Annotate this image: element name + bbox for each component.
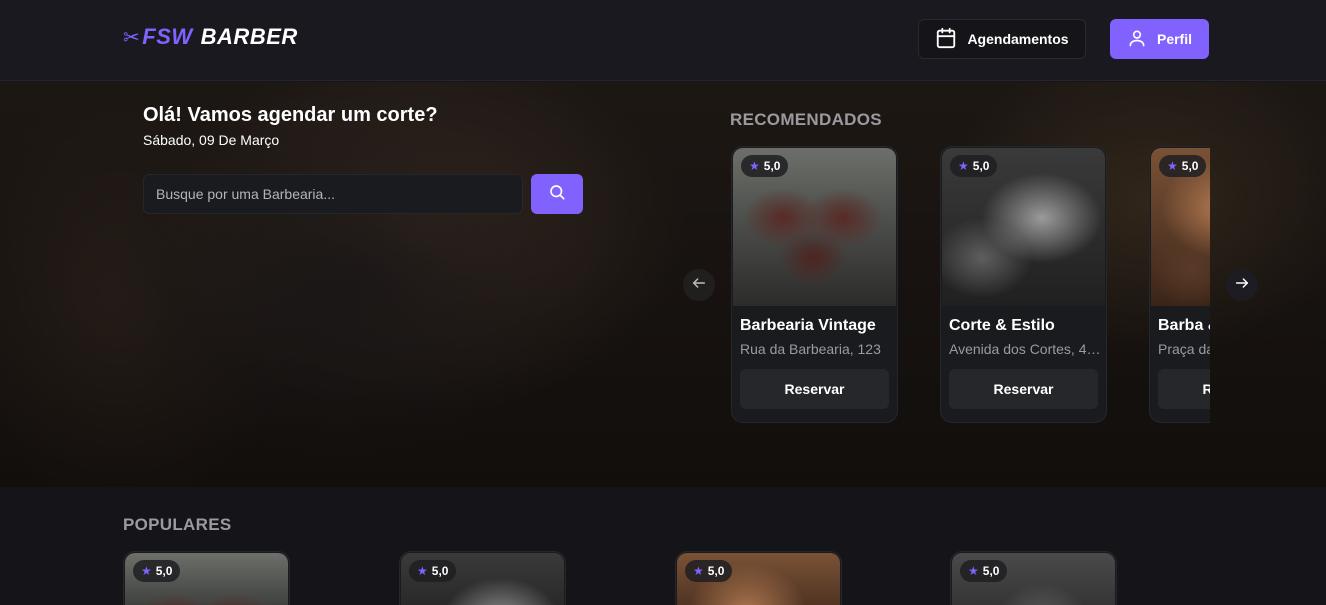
barbershop-image: ★ 5,0: [952, 553, 1115, 605]
logo-prefix: FSW: [142, 24, 193, 49]
recommended-title: RECOMENDADOS: [730, 110, 882, 129]
barbershop-image: ★ 5,0: [125, 553, 288, 605]
current-date: Sábado, 09 De Março: [143, 132, 280, 148]
rating-badge: ★ 5,0: [950, 155, 998, 177]
star-icon: ★: [417, 564, 428, 578]
agendamentos-label: Agendamentos: [967, 31, 1069, 47]
arrow-right-icon: [1234, 275, 1250, 296]
rating-value: 5,0: [155, 564, 173, 578]
star-icon: ★: [693, 564, 704, 578]
barbershop-address: Praça da Barba: [1158, 341, 1210, 357]
reservar-button[interactable]: Reservar: [1158, 369, 1210, 409]
agendamentos-button[interactable]: Agendamentos: [918, 19, 1086, 59]
reservar-button[interactable]: Reservar: [949, 369, 1098, 409]
barbershop-image: ★ 5,0: [677, 553, 840, 605]
calendar-icon: [935, 27, 957, 52]
hero-banner: Olá! Vamos agendar um corte? Sábado, 09 …: [0, 82, 1326, 487]
logo[interactable]: ✂ FSW BARBER: [123, 24, 298, 50]
perfil-label: Perfil: [1156, 31, 1192, 47]
recommended-carousel: ★ 5,0 Barbearia Vintage Rua da Barbearia…: [731, 146, 1210, 424]
popular-barbershop-card[interactable]: ★ 5,0: [950, 551, 1117, 605]
popular-barbershop-card[interactable]: ★ 5,0: [399, 551, 566, 605]
reservar-button[interactable]: Reservar: [740, 369, 889, 409]
scissors-icon: ✂: [123, 26, 141, 49]
barbershop-name: Corte & Estilo: [949, 317, 1055, 334]
barbershop-card[interactable]: ★ 5,0 Barba & Navalha Praça da Barba Res…: [1149, 146, 1210, 423]
barbershop-card[interactable]: ★ 5,0 Corte & Estilo Avenida dos Cortes,…: [940, 146, 1107, 423]
rating-value: 5,0: [763, 159, 781, 173]
barbershop-image: ★ 5,0: [1151, 148, 1210, 306]
arrow-left-icon: [691, 275, 707, 296]
rating-badge: ★ 5,0: [960, 560, 1008, 582]
star-icon: ★: [1167, 159, 1178, 173]
barbershop-image: ★ 5,0: [733, 148, 896, 306]
rating-value: 5,0: [707, 564, 725, 578]
rating-value: 5,0: [431, 564, 449, 578]
rating-value: 5,0: [972, 159, 990, 173]
search-input[interactable]: [143, 174, 523, 214]
carousel-next-button[interactable]: [1226, 269, 1258, 301]
rating-badge: ★ 5,0: [133, 560, 181, 582]
barbershop-name: Barbearia Vintage: [740, 317, 876, 334]
barbershop-image: ★ 5,0: [942, 148, 1105, 306]
search-button[interactable]: [531, 174, 583, 214]
header: ✂ FSW BARBER Agendamentos Perfil: [0, 0, 1326, 81]
star-icon: ★: [749, 159, 760, 173]
rating-badge: ★ 5,0: [409, 560, 457, 582]
star-icon: ★: [958, 159, 969, 173]
perfil-button[interactable]: Perfil: [1110, 19, 1209, 59]
popular-barbershop-card[interactable]: ★ 5,0: [123, 551, 290, 605]
rating-badge: ★ 5,0: [1159, 155, 1207, 177]
carousel-prev-button[interactable]: [683, 269, 715, 301]
star-icon: ★: [141, 564, 152, 578]
barbershop-address: Rua da Barbearia, 123: [740, 341, 881, 357]
rating-badge: ★ 5,0: [741, 155, 789, 177]
star-icon: ★: [968, 564, 979, 578]
barbershop-address: Avenida dos Cortes, 456: [949, 341, 1101, 357]
rating-value: 5,0: [982, 564, 1000, 578]
rating-badge: ★ 5,0: [685, 560, 733, 582]
popular-title: POPULARES: [123, 515, 232, 534]
greeting-heading: Olá! Vamos agendar um corte?: [143, 104, 438, 126]
logo-name: BARBER: [200, 24, 298, 49]
popular-barbershop-card[interactable]: ★ 5,0: [675, 551, 842, 605]
user-icon: [1127, 28, 1147, 51]
search-icon: [548, 183, 566, 206]
barbershop-card[interactable]: ★ 5,0 Barbearia Vintage Rua da Barbearia…: [731, 146, 898, 423]
rating-value: 5,0: [1181, 159, 1199, 173]
barbershop-image: ★ 5,0: [401, 553, 564, 605]
barbershop-name: Barba & Navalha: [1158, 317, 1210, 334]
